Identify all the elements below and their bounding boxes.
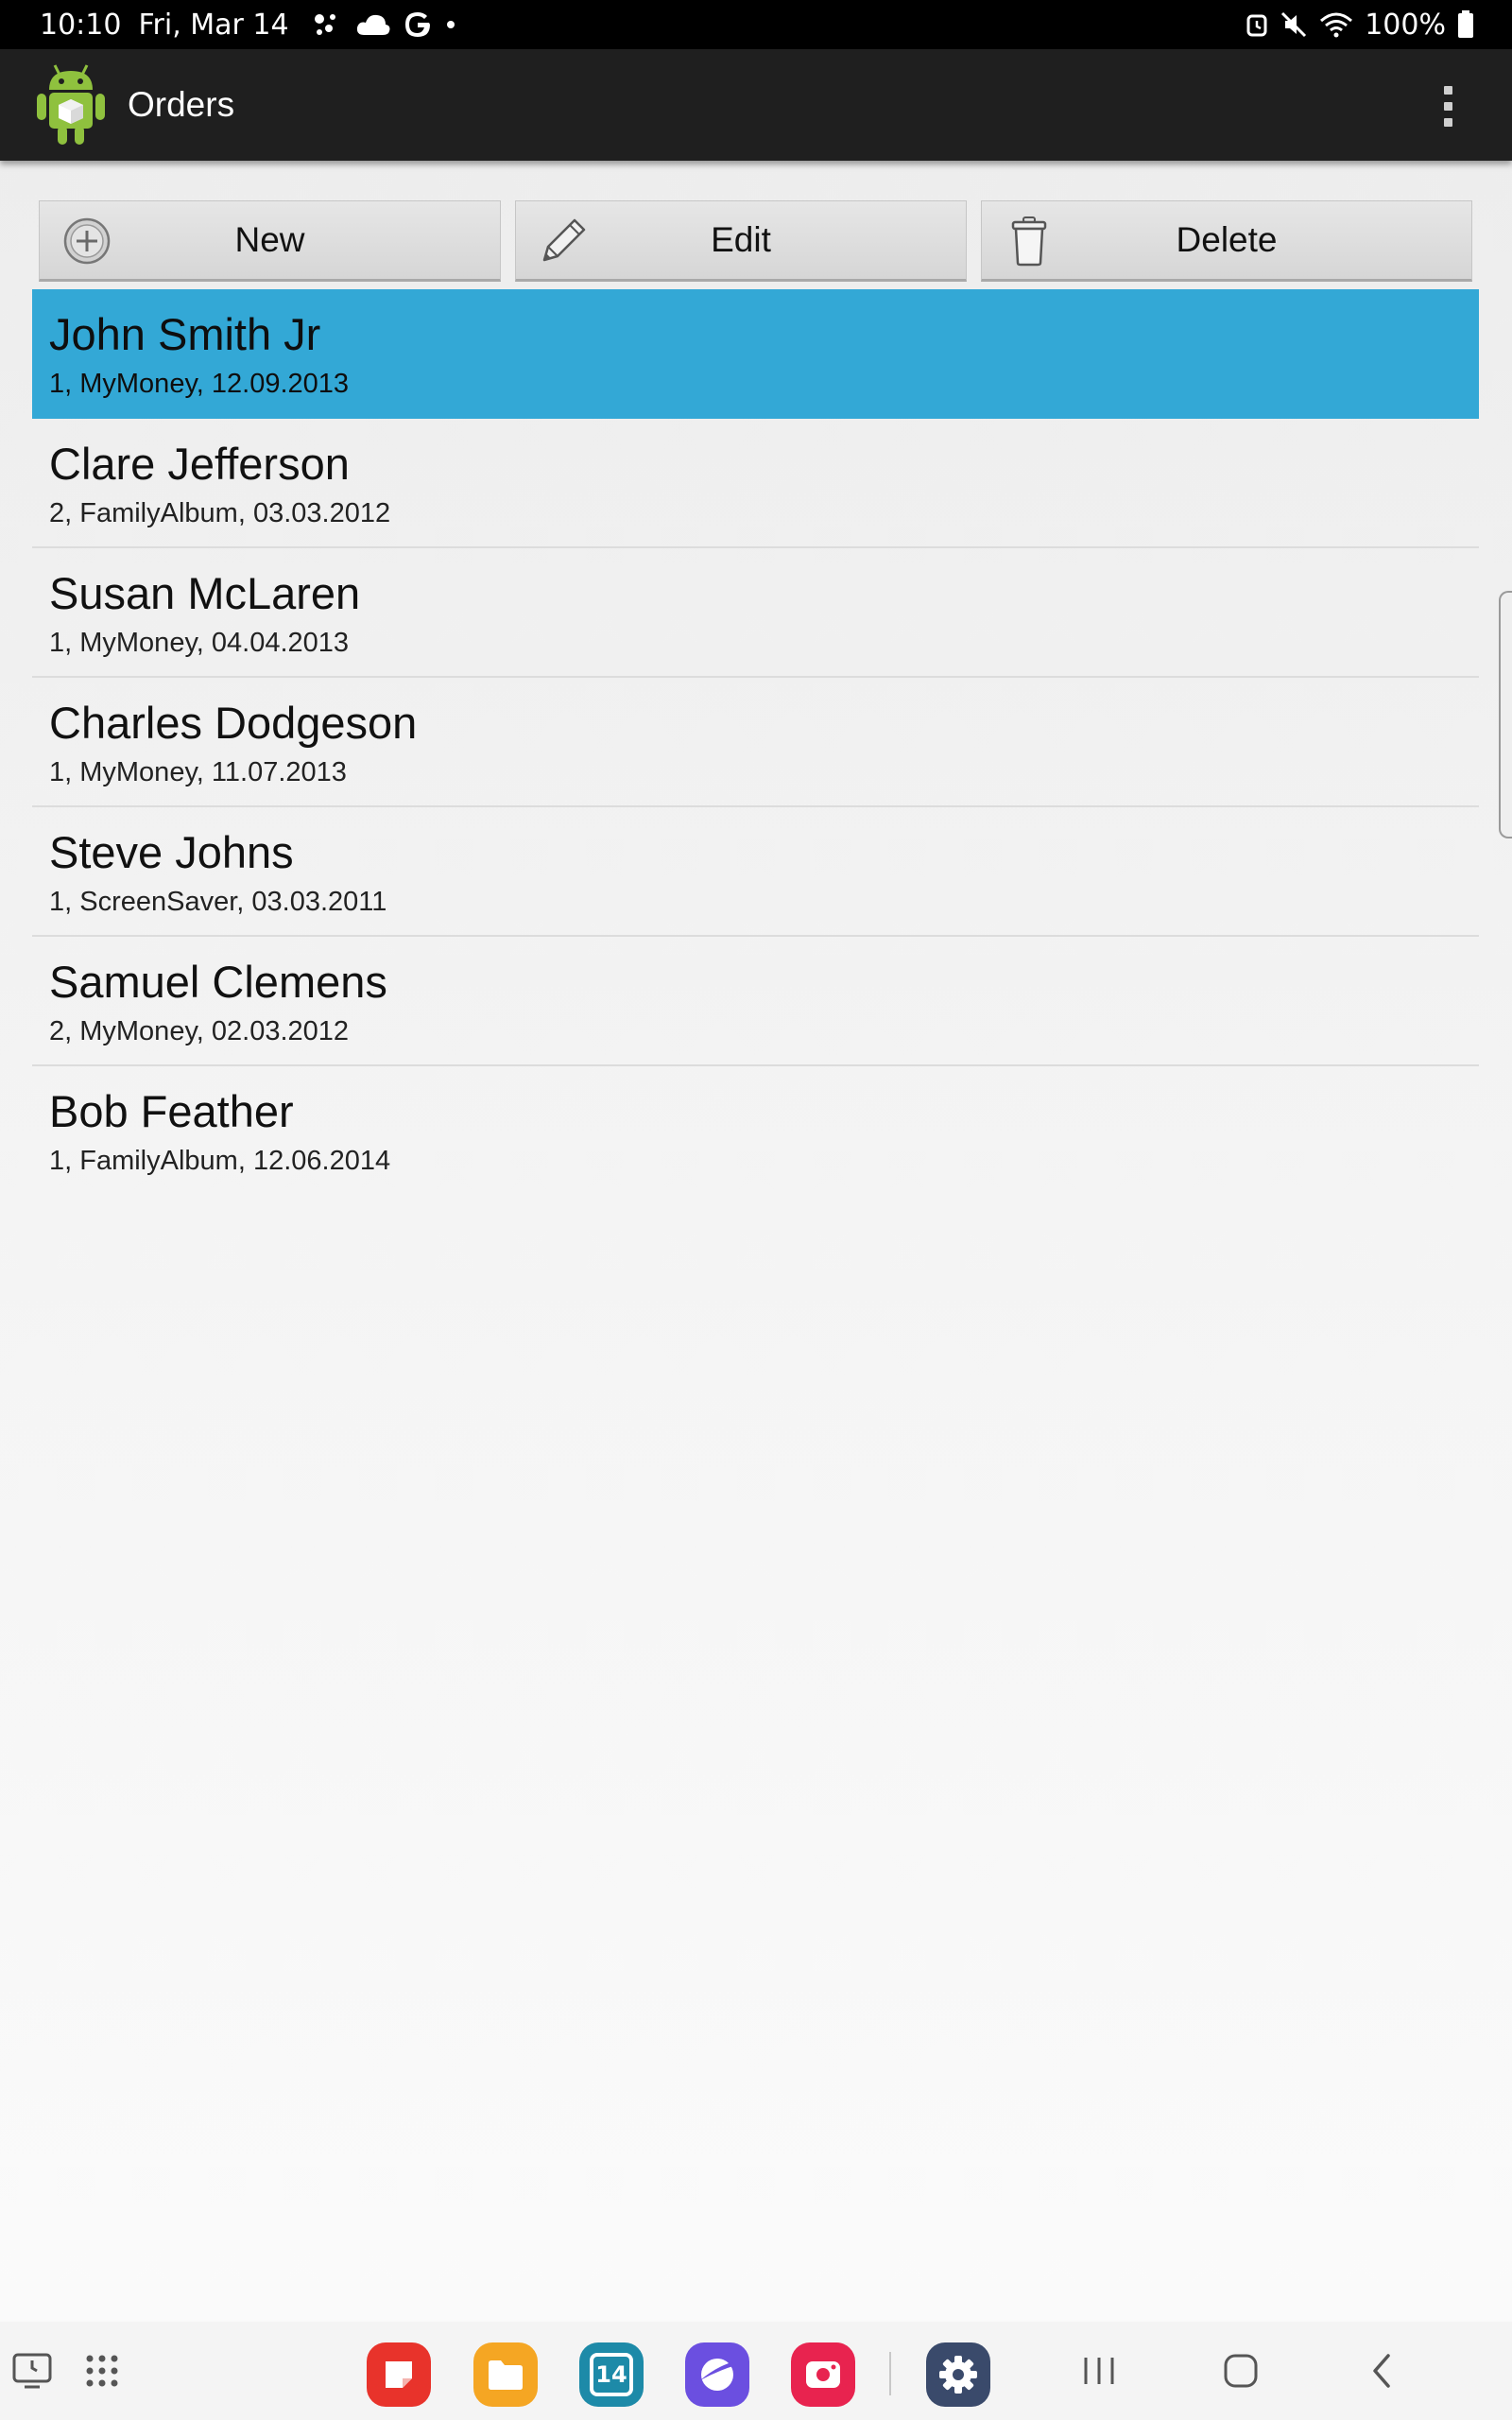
list-item[interactable]: Steve Johns 1, ScreenSaver, 03.03.2011 xyxy=(32,807,1479,937)
order-customer-name: Susan McLaren xyxy=(49,568,361,618)
taskbar: 14 xyxy=(0,2322,1512,2420)
alarm-icon xyxy=(1246,14,1267,37)
order-details: 1, ScreenSaver, 03.03.2011 xyxy=(49,887,387,917)
delete-button[interactable]: Delete xyxy=(981,200,1472,282)
order-details: 1, MyMoney, 12.09.2013 xyxy=(49,369,350,399)
list-item[interactable]: Samuel Clemens 2, MyMoney, 02.03.2012 xyxy=(32,937,1479,1066)
screen-recorder-icon[interactable] xyxy=(791,2342,855,2407)
cloud-icon xyxy=(356,14,390,35)
notes-app-icon[interactable] xyxy=(367,2342,431,2407)
orders-list: John Smith Jr 1, MyMoney, 12.09.2013 Cla… xyxy=(32,289,1479,1196)
list-item[interactable]: Bob Feather 1, FamilyAlbum, 12.06.2014 xyxy=(32,1066,1479,1196)
google-icon xyxy=(404,12,430,37)
order-customer-name: Samuel Clemens xyxy=(49,957,387,1007)
assistant-dots-icon xyxy=(314,14,335,35)
app-title: Orders xyxy=(128,85,235,124)
home-icon[interactable] xyxy=(1219,2348,1263,2394)
android-robot-icon xyxy=(37,64,105,145)
wifi-icon xyxy=(1320,12,1353,38)
battery-percent: 100% xyxy=(1365,8,1446,42)
edge-panel-handle[interactable] xyxy=(1499,591,1512,838)
mute-icon xyxy=(1281,11,1307,38)
app-drawer-icon[interactable] xyxy=(81,2350,123,2392)
order-customer-name: Steve Johns xyxy=(49,827,294,877)
list-item[interactable]: Charles Dodgeson 1, MyMoney, 11.07.2013 xyxy=(32,678,1479,807)
delete-button-label: Delete xyxy=(1176,220,1278,259)
status-time: 10:10 xyxy=(40,8,122,42)
add-circle-icon xyxy=(63,217,111,265)
action-bar: Orders xyxy=(0,49,1512,161)
recent-screen-icon[interactable] xyxy=(11,2350,53,2392)
new-button[interactable]: New xyxy=(39,200,501,282)
my-files-icon[interactable] xyxy=(473,2342,538,2407)
order-details: 2, MyMoney, 02.03.2012 xyxy=(49,1016,350,1046)
status-date: Fri, Mar 14 xyxy=(138,8,289,42)
edit-button-label: Edit xyxy=(711,220,771,259)
order-customer-name: John Smith Jr xyxy=(49,309,321,359)
list-item[interactable]: Clare Jefferson 2, FamilyAlbum, 03.03.20… xyxy=(32,419,1479,548)
order-details: 1, FamilyAlbum, 12.06.2014 xyxy=(49,1146,391,1176)
status-bar-right: 100% xyxy=(1246,0,1474,49)
pencil-icon xyxy=(542,218,586,262)
status-bar-left: 10:10 Fri, Mar 14 xyxy=(40,0,457,49)
order-details: 2, FamilyAlbum, 03.03.2012 xyxy=(49,498,391,528)
battery-icon xyxy=(1458,10,1473,38)
more-notifications-dot-icon xyxy=(446,21,455,28)
calendar-day: 14 xyxy=(590,2353,633,2396)
calendar-icon[interactable]: 14 xyxy=(579,2342,644,2407)
status-bar: 10:10 Fri, Mar 14 100% xyxy=(0,0,1512,49)
order-customer-name: Clare Jefferson xyxy=(49,439,350,489)
notification-icons xyxy=(312,9,457,40)
trash-can-icon xyxy=(1011,216,1047,267)
order-customer-name: Bob Feather xyxy=(49,1086,294,1136)
order-details: 1, MyMoney, 11.07.2013 xyxy=(49,757,347,787)
order-customer-name: Charles Dodgeson xyxy=(49,698,418,748)
settings-gear-icon[interactable] xyxy=(926,2342,990,2407)
dock-divider xyxy=(889,2352,891,2395)
list-item[interactable]: Susan McLaren 1, MyMoney, 04.04.2013 xyxy=(32,548,1479,678)
new-button-label: New xyxy=(234,220,305,259)
back-icon[interactable] xyxy=(1361,2348,1404,2394)
edit-button[interactable]: Edit xyxy=(515,200,967,282)
order-details: 1, MyMoney, 04.04.2013 xyxy=(49,628,350,658)
more-vert-icon[interactable] xyxy=(1429,78,1467,134)
list-item[interactable]: John Smith Jr 1, MyMoney, 12.09.2013 xyxy=(32,289,1479,419)
recent-apps-icon[interactable] xyxy=(1077,2348,1121,2394)
internet-browser-icon[interactable] xyxy=(685,2342,749,2407)
